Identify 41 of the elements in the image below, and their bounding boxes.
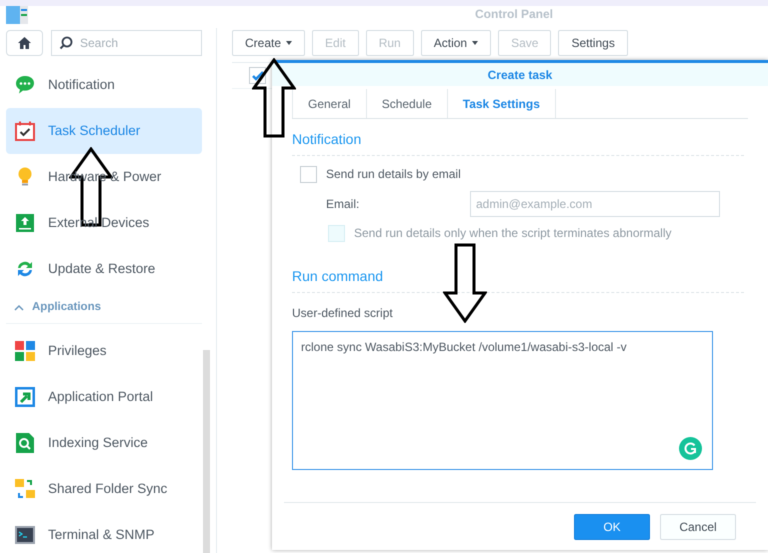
dialog-title: Create task [488, 66, 552, 84]
sidebar-item[interactable]: Update & Restore [6, 246, 202, 292]
field-label: User-defined script [292, 305, 394, 322]
search-icon [59, 36, 73, 50]
checkbox[interactable] [300, 166, 317, 182]
scrollbar[interactable] [203, 350, 210, 553]
sidebar-item[interactable]: Application Portal [6, 374, 202, 420]
control-panel-icon [6, 6, 28, 24]
terminal-icon [14, 524, 36, 546]
checkbox-label: Send run details by email [326, 166, 461, 183]
checkbox-label: Send run details only when the script terminates abnormally [354, 225, 672, 242]
email-field[interactable]: admin@example.com [470, 191, 720, 217]
search-field[interactable]: Search [51, 30, 202, 56]
sidebar-item[interactable]: Terminal & SNMP [6, 512, 202, 553]
sidebar-item[interactable]: Privileges [6, 328, 202, 374]
section-title: Notification [292, 129, 744, 156]
cancel-button[interactable]: Cancel [660, 514, 736, 540]
sidebar-item[interactable]: Notification [6, 62, 202, 108]
section-title: Run command [292, 266, 744, 293]
sidebar-item[interactable]: Indexing Service [6, 420, 202, 466]
home-icon [17, 36, 32, 50]
toolbar-button[interactable]: Settings [558, 30, 628, 56]
calendar-check-icon [14, 120, 36, 142]
tab[interactable]: Schedule [366, 89, 448, 118]
tab[interactable]: General [292, 89, 367, 118]
toolbar-button[interactable]: Create [232, 30, 306, 56]
down-arrow-icon [443, 243, 487, 323]
home-button[interactable] [6, 30, 43, 56]
email-label: Email: [326, 196, 360, 213]
script-field[interactable]: rclone sync WasabiS3:MyBucket /volume1/wasabi-s3-local -v [292, 331, 713, 470]
chevron-icon [14, 304, 24, 311]
toolbar-button[interactable]: Action [420, 30, 492, 56]
tab[interactable]: Task Settings [448, 89, 556, 118]
sidebar-item[interactable]: Shared Folder Sync [6, 466, 202, 512]
window-title: Control Panel [475, 6, 554, 23]
magnifier-document-icon [14, 432, 36, 454]
grammar-check-icon [679, 437, 702, 460]
folder-sync-icon [14, 478, 36, 500]
upload-icon [14, 212, 36, 234]
tiles-icon [14, 340, 36, 362]
chat-bubble-icon [14, 74, 36, 96]
